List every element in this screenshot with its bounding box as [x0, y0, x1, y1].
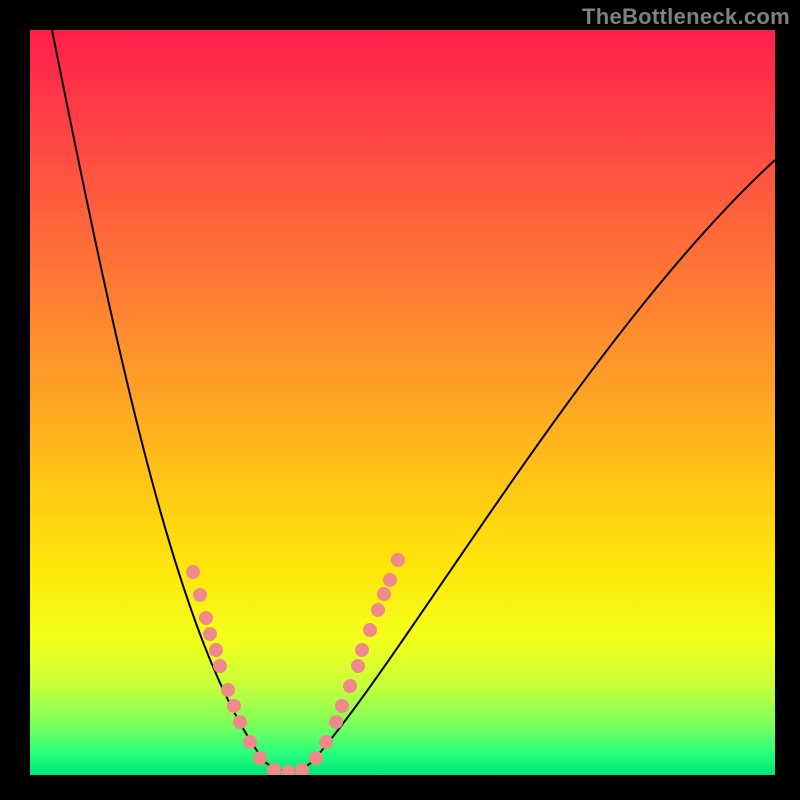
curve-marker	[203, 627, 217, 641]
curve-marker	[209, 643, 223, 657]
curve-markers	[186, 553, 405, 775]
curve-marker	[243, 735, 257, 749]
curve-marker	[335, 699, 349, 713]
chart-frame: TheBottleneck.com	[0, 0, 800, 800]
curve-marker	[351, 659, 365, 673]
curve-marker	[329, 715, 343, 729]
curve-path	[52, 30, 775, 771]
curve-marker	[319, 735, 333, 749]
curve-svg	[30, 30, 775, 775]
curve-marker	[383, 573, 397, 587]
curve-marker	[355, 643, 369, 657]
curve-marker	[391, 553, 405, 567]
curve-marker	[253, 751, 267, 765]
curve-marker	[199, 611, 213, 625]
curve-marker	[186, 565, 200, 579]
curve-marker	[233, 715, 247, 729]
curve-marker	[371, 603, 385, 617]
curve-marker	[309, 751, 323, 765]
curve-marker	[281, 765, 295, 775]
watermark-text: TheBottleneck.com	[582, 4, 790, 30]
curve-marker	[363, 623, 377, 637]
curve-marker	[343, 679, 357, 693]
plot-area	[30, 30, 775, 775]
curve-marker	[213, 659, 227, 673]
curve-marker	[377, 587, 391, 601]
curve-marker	[193, 588, 207, 602]
curve-marker	[221, 683, 235, 697]
curve-marker	[227, 699, 241, 713]
